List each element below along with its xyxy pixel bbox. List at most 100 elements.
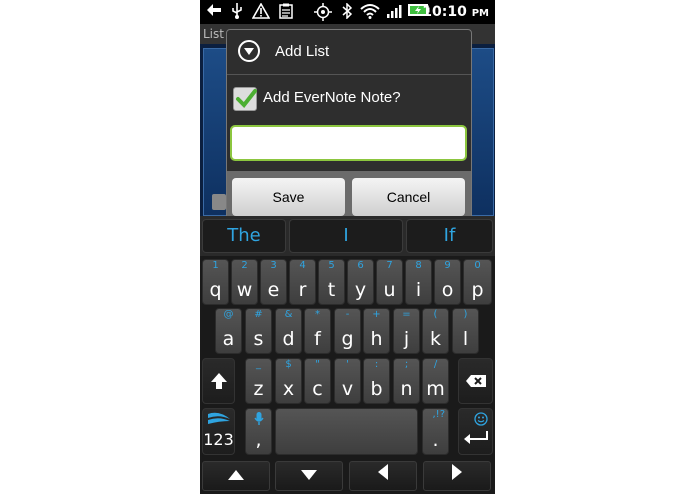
key-s[interactable]: # s: [245, 308, 272, 354]
add-list-dialog: Add List Add EverNote Note? Save Cancel: [226, 29, 472, 220]
key-alt: +: [372, 309, 381, 320]
bluetooth-icon: [340, 2, 354, 21]
cursor-up-key[interactable]: [202, 461, 270, 491]
key-label: x: [282, 378, 295, 400]
key-alt: _: [256, 359, 261, 370]
key-label: a: [222, 328, 235, 350]
cursor-left-key[interactable]: [349, 461, 417, 491]
key-label: j: [403, 328, 410, 350]
suggestion-1[interactable]: The: [202, 219, 286, 253]
key-p[interactable]: 0p: [463, 259, 492, 305]
key-label: q: [209, 279, 222, 301]
key-alt: 7: [386, 260, 393, 271]
key-b[interactable]: :b: [363, 358, 390, 404]
dialog-header: Add List: [227, 30, 471, 75]
key-a[interactable]: @ a: [215, 308, 242, 354]
key-q[interactable]: 1q: [202, 259, 229, 305]
key-alt: &: [284, 309, 293, 320]
key-y[interactable]: 6y: [347, 259, 374, 305]
key-e[interactable]: 3e: [260, 259, 287, 305]
checkmark-icon: [236, 89, 257, 109]
key-label: f: [314, 328, 321, 350]
phone-screen: 10:10 PM List Add List Add EverNote Note…: [200, 0, 495, 494]
period-key[interactable]: ,!? .: [422, 408, 449, 455]
right-arrow-icon: [452, 464, 462, 484]
backspace-key[interactable]: [458, 358, 493, 404]
key-c[interactable]: " c: [304, 358, 331, 404]
key-alt: $: [285, 359, 292, 370]
key-label: m: [426, 378, 445, 400]
key-alt: @: [223, 309, 234, 320]
key-label: b: [370, 378, 383, 400]
key-alt: 9: [444, 260, 451, 271]
left-arrow-icon: [378, 464, 388, 484]
numbers-key-label: 123: [203, 430, 234, 449]
key-h[interactable]: + h: [363, 308, 390, 354]
cursor-right-key[interactable]: [423, 461, 491, 491]
key-alt: 5: [328, 260, 335, 271]
dropdown-circle-icon: [238, 40, 260, 62]
suggestion-2[interactable]: I: [289, 219, 403, 253]
key-label: e: [267, 279, 280, 301]
key-alt: 4: [299, 260, 306, 271]
period-label: .: [432, 429, 439, 451]
dialog-title: Add List: [275, 43, 330, 60]
enter-arrow-icon: [463, 429, 489, 448]
key-m[interactable]: / m: [422, 358, 449, 404]
key-w[interactable]: 2w: [231, 259, 258, 305]
suggestion-3[interactable]: If: [406, 219, 493, 253]
key-i[interactable]: 8i: [405, 259, 432, 305]
key-o[interactable]: 9o: [434, 259, 461, 305]
comma-key[interactable]: ,: [245, 408, 272, 455]
key-l[interactable]: ) l: [452, 308, 479, 354]
key-label: i: [415, 279, 422, 301]
cancel-button[interactable]: Cancel: [352, 178, 465, 216]
evernote-checkbox-row[interactable]: Add EverNote Note?: [227, 75, 471, 121]
key-u[interactable]: 7u: [376, 259, 403, 305]
key-j[interactable]: = j: [393, 308, 420, 354]
shift-key[interactable]: [202, 358, 235, 404]
list-name-input[interactable]: [230, 125, 467, 161]
key-alt: 1: [212, 260, 219, 271]
key-alt: ;: [404, 359, 409, 370]
clock-ampm: PM: [471, 8, 489, 19]
key-k[interactable]: (k: [422, 308, 449, 354]
down-arrow-icon: [301, 468, 317, 484]
key-label: z: [253, 378, 264, 400]
numbers-key[interactable]: 123: [202, 408, 235, 455]
key-z[interactable]: _ z: [245, 358, 272, 404]
enter-key[interactable]: [458, 408, 493, 455]
key-label: y: [354, 279, 367, 301]
key-d[interactable]: & d: [275, 308, 302, 354]
save-button[interactable]: Save: [232, 178, 345, 216]
key-t[interactable]: 5t: [318, 259, 345, 305]
key-r[interactable]: 4r: [289, 259, 316, 305]
key-alt: 0: [474, 260, 481, 271]
emoji-icon: [474, 411, 488, 430]
key-alt: #: [254, 309, 263, 320]
evernote-checkbox[interactable]: [233, 87, 257, 111]
warning-icon: [251, 2, 271, 21]
key-label: t: [327, 279, 336, 301]
key-alt: /: [433, 359, 438, 370]
suggestion-bar: The I If: [200, 216, 495, 256]
usb-icon: [230, 3, 244, 21]
key-alt: 2: [241, 260, 248, 271]
key-label: o: [441, 279, 454, 301]
key-v[interactable]: ' v: [334, 358, 361, 404]
key-alt: 6: [357, 260, 364, 271]
key-g[interactable]: -g: [334, 308, 361, 354]
key-n[interactable]: ; n: [393, 358, 420, 404]
status-bar: 10:10 PM: [200, 0, 495, 24]
wifi-icon: [360, 3, 380, 21]
key-label: l: [462, 328, 469, 350]
key-x[interactable]: $ x: [275, 358, 302, 404]
key-label: s: [253, 328, 264, 350]
back-arrow-icon: [206, 3, 222, 21]
gps-icon: [314, 3, 332, 21]
key-alt: =: [402, 309, 411, 320]
cursor-down-key[interactable]: [275, 461, 343, 491]
key-f[interactable]: * f: [304, 308, 331, 354]
space-key[interactable]: [275, 408, 418, 455]
key-label: h: [370, 328, 383, 350]
